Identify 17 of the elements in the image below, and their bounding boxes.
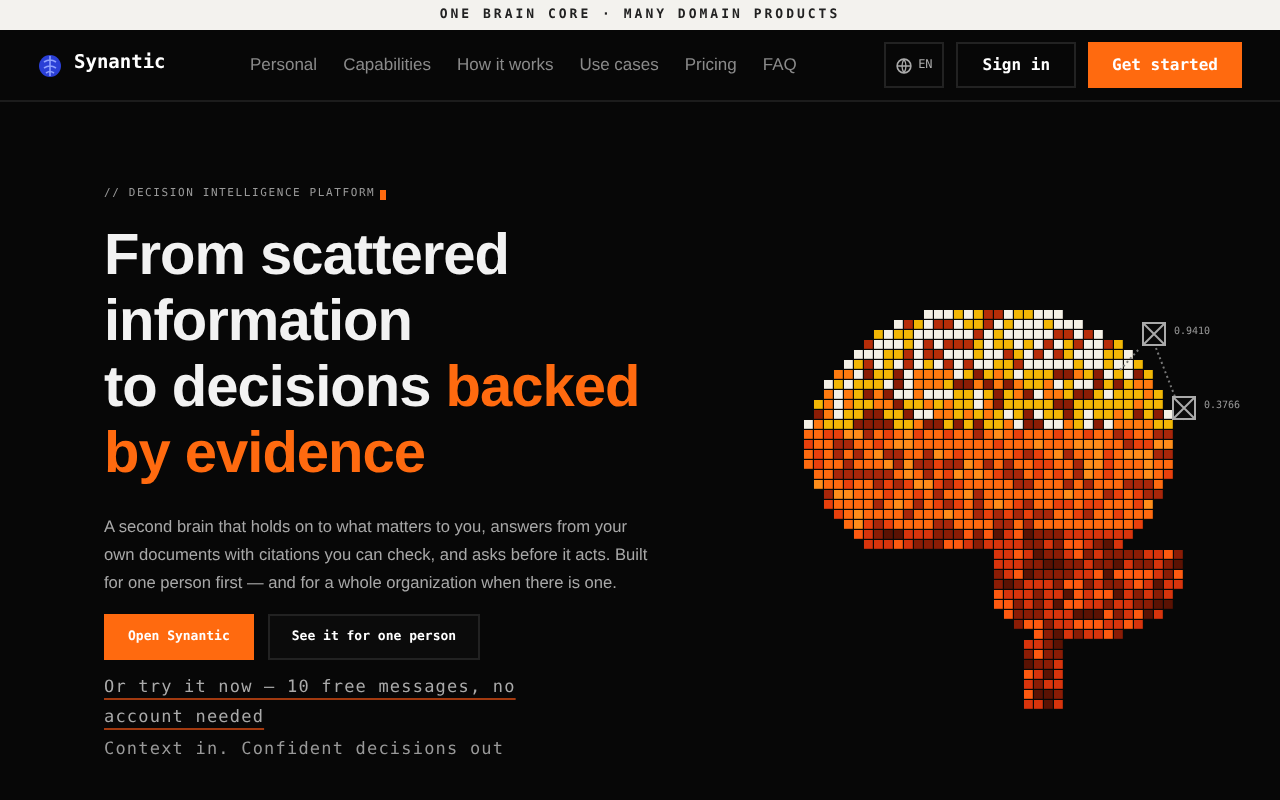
nav-link[interactable]: Use cases (579, 52, 659, 78)
sign-in-button[interactable]: Sign in (956, 42, 1077, 88)
nav-link[interactable]: Capabilities (343, 52, 432, 78)
brain-logo-icon (38, 53, 62, 77)
nav-link[interactable]: How it works (457, 52, 554, 78)
crossed-box-icon (1142, 322, 1166, 346)
free-trial-link[interactable]: Or try it now — 10 free messages, no account needed (104, 674, 594, 735)
nav-link[interactable]: Personal (250, 52, 318, 78)
crossed-box-icon (1172, 396, 1196, 420)
brand-name[interactable]: Synantic (74, 50, 166, 80)
nav-link[interactable]: Pricing (684, 52, 737, 78)
cursor-mark (379, 189, 386, 200)
tagline: Context in. Confident decisions out (104, 738, 507, 764)
nav-link[interactable]: FAQ (762, 52, 797, 78)
hero-description: A second brain that holds on to what matters to you, answers from your own documents with citations you can check, and asks before it acts. Built for one person first — and for a whole organization when there is one. (104, 514, 650, 597)
globe-icon (896, 57, 913, 73)
hero-heading: From scattered information to decisions backed by evidence (104, 222, 642, 491)
